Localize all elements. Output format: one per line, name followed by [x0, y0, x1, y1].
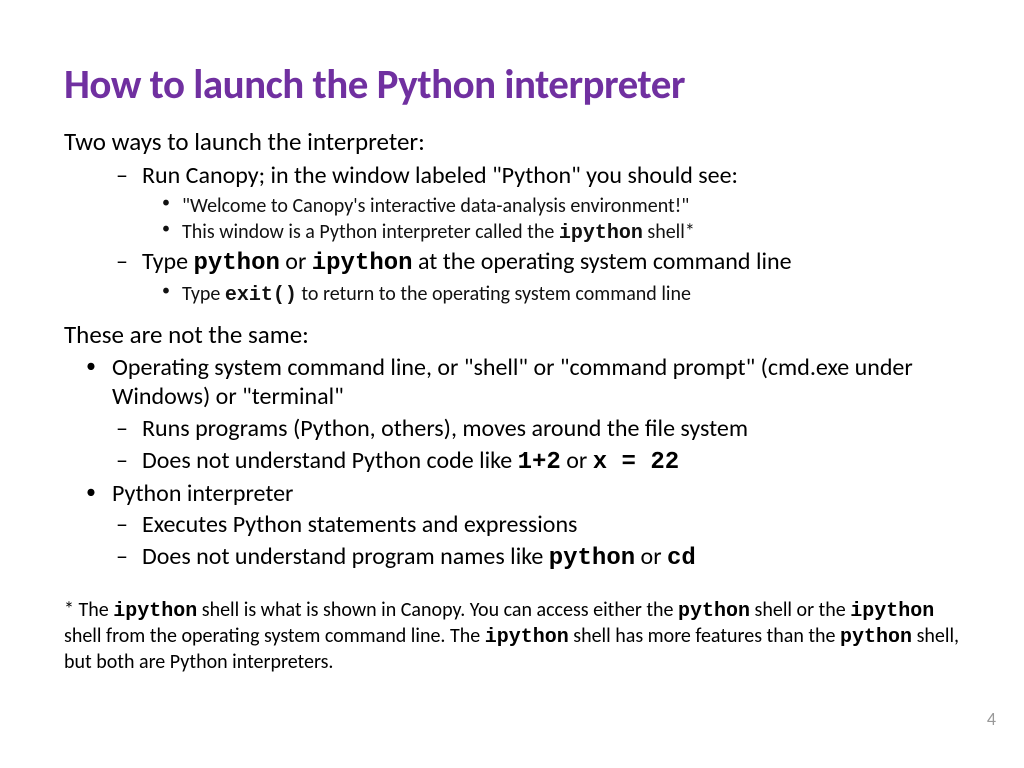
- list-item: Type python or ipython at the operating …: [64, 247, 960, 279]
- code-cd: cd: [667, 545, 696, 572]
- text: * The: [64, 598, 113, 622]
- text: at the operating system command line: [413, 247, 792, 276]
- text: or: [635, 542, 667, 571]
- code-python: python: [549, 545, 635, 572]
- ways-1-sublist: Type exit() to return to the operating s…: [64, 281, 960, 309]
- list-item: Runs programs (Python, others), moves ar…: [64, 414, 960, 444]
- intro-text-1: Two ways to launch the interpreter:: [64, 126, 960, 157]
- diffs-list-2: Python interpreter: [64, 480, 960, 509]
- list-item: Operating system command line, or "shell…: [64, 354, 960, 412]
- code-ipython: ipython: [485, 626, 569, 649]
- list-item: Python interpreter: [64, 480, 960, 509]
- diffs-list: Operating system command line, or "shell…: [64, 354, 960, 412]
- list-item: Does not understand program names like p…: [64, 542, 960, 574]
- text: or: [561, 446, 593, 475]
- text: Run Canopy; in the window labeled "Pytho…: [142, 161, 738, 190]
- diffs-1-sublist: Executes Python statements and expressio…: [64, 510, 960, 574]
- code-ipython: ipython: [312, 250, 413, 277]
- code-python: python: [840, 626, 912, 649]
- footnote: * The ipython shell is what is shown in …: [64, 598, 960, 675]
- slide-title: How to launch the Python interpreter: [64, 60, 960, 110]
- code-ipython: ipython: [113, 600, 197, 623]
- list-item: Does not understand Python code like 1+2…: [64, 446, 960, 478]
- text: shell or the: [750, 598, 850, 622]
- text: Operating system command line, or "shell…: [112, 353, 913, 411]
- text: shell from the operating system command …: [64, 624, 485, 648]
- list-item: Type exit() to return to the operating s…: [64, 281, 960, 309]
- intro-text-2: These are not the same:: [64, 319, 960, 350]
- text: "Welcome to Canopy's interactive data-an…: [182, 194, 689, 218]
- code-exit: exit(): [225, 284, 297, 307]
- code-assign: x = 22: [593, 449, 679, 476]
- text: shell has more features than the: [569, 624, 840, 648]
- list-item: "Welcome to Canopy's interactive data-an…: [64, 193, 960, 219]
- text: This window is a Python interpreter call…: [182, 220, 559, 244]
- text: Runs programs (Python, others), moves ar…: [142, 414, 748, 443]
- text: shell*: [643, 220, 695, 244]
- ways-0-sublist: "Welcome to Canopy's interactive data-an…: [64, 193, 960, 247]
- list-item: Executes Python statements and expressio…: [64, 510, 960, 540]
- text: Does not understand program names like: [142, 542, 549, 571]
- code-ipython: ipython: [850, 600, 934, 623]
- text: shell is what is shown in Canopy. You ca…: [197, 598, 678, 622]
- text: to return to the operating system comman…: [297, 282, 691, 306]
- text: Python interpreter: [112, 479, 293, 508]
- text: Executes Python statements and expressio…: [142, 510, 577, 539]
- ways-list: Run Canopy; in the window labeled "Pytho…: [64, 161, 960, 191]
- page-number: 4: [987, 708, 996, 730]
- text: or: [280, 247, 312, 276]
- code-python: python: [193, 250, 279, 277]
- text: Type: [142, 247, 193, 276]
- list-item: This window is a Python interpreter call…: [64, 219, 960, 247]
- text: Type: [182, 282, 225, 306]
- code-ipython: ipython: [559, 222, 643, 245]
- diffs-0-sublist: Runs programs (Python, others), moves ar…: [64, 414, 960, 478]
- text: Does not understand Python code like: [142, 446, 518, 475]
- list-item: Run Canopy; in the window labeled "Pytho…: [64, 161, 960, 191]
- code-expr: 1+2: [518, 449, 561, 476]
- ways-list-2: Type python or ipython at the operating …: [64, 247, 960, 279]
- code-python: python: [678, 600, 750, 623]
